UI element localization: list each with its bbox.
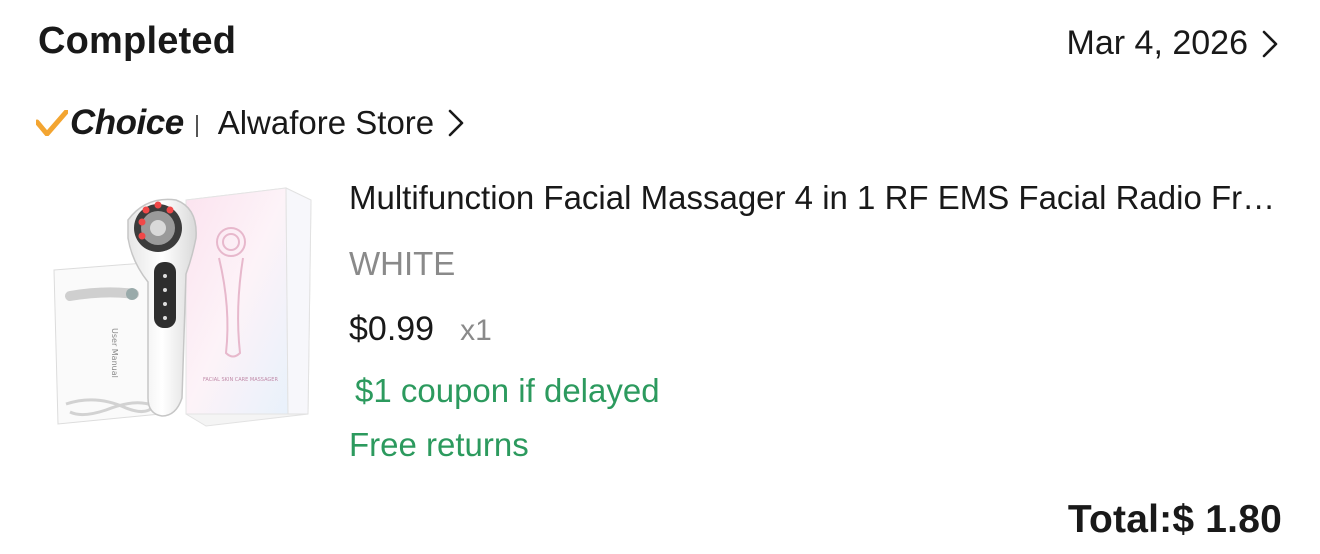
free-returns-note: Free returns bbox=[349, 426, 529, 463]
store-link[interactable]: Alwafore Store bbox=[218, 104, 464, 142]
order-total: Total:$ 1.80 bbox=[1067, 498, 1282, 541]
product-image[interactable]: FACIAL SKIN CARE MASSAGER User Manual bbox=[36, 178, 326, 440]
store-name: Alwafore Store bbox=[217, 104, 435, 141]
item-details: Multifunction Facial Massager 4 in 1 RF … bbox=[349, 176, 1284, 467]
box-label: FACIAL SKIN CARE MASSAGER bbox=[203, 377, 278, 383]
chevron-right-icon bbox=[1262, 30, 1278, 58]
order-date-link[interactable]: Mar 4, 2026 bbox=[1067, 24, 1278, 63]
store-row: Choice Alwafore Store bbox=[36, 101, 464, 145]
product-variant: WHITE bbox=[349, 245, 456, 282]
delay-coupon-note: $1 coupon if delayed bbox=[355, 372, 660, 409]
item-quantity: x1 bbox=[460, 314, 492, 347]
chevron-right-icon bbox=[448, 109, 464, 137]
choice-label: Choice bbox=[70, 103, 184, 142]
order-status: Completed bbox=[38, 20, 237, 62]
manual-label: User Manual bbox=[110, 328, 119, 378]
check-icon bbox=[36, 110, 68, 136]
order-card[interactable]: Completed Mar 4, 2026 Choice Alwafore St… bbox=[0, 0, 1320, 554]
divider bbox=[195, 115, 198, 137]
product-title[interactable]: Multifunction Facial Massager 4 in 1 RF … bbox=[349, 176, 1284, 220]
price-row: $0.99 x1 bbox=[349, 307, 1284, 353]
order-date: Mar 4, 2026 bbox=[1066, 24, 1248, 62]
choice-badge: Choice bbox=[36, 103, 184, 143]
item-price: $0.99 bbox=[349, 310, 435, 348]
